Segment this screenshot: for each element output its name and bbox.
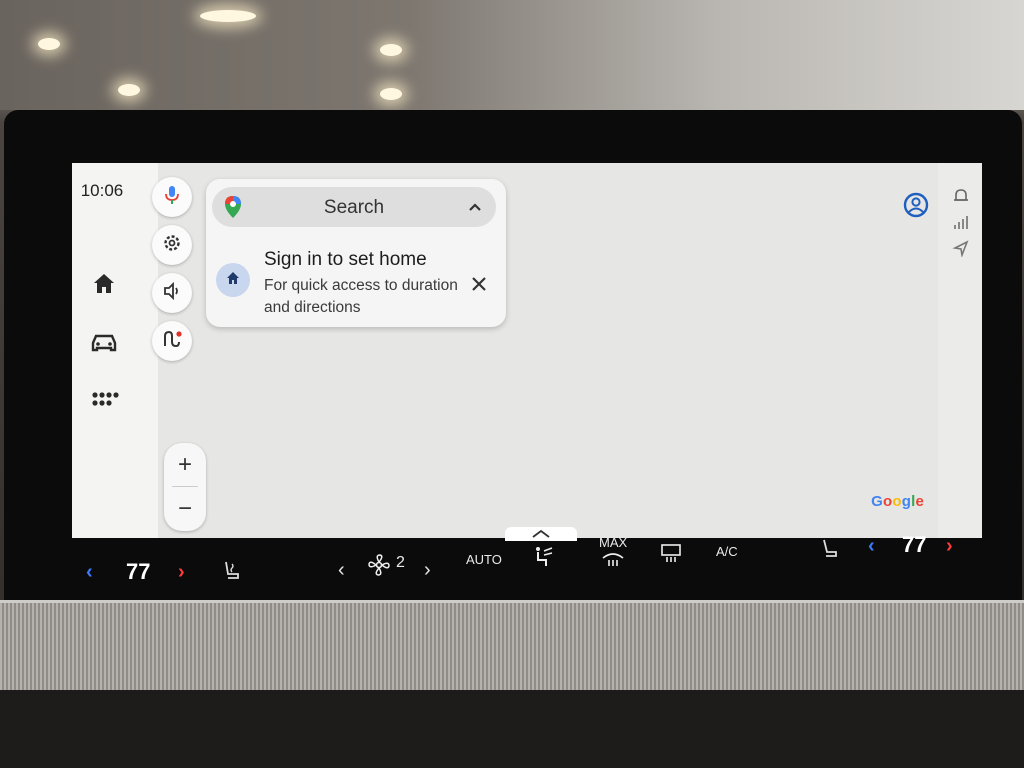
chevron-up-icon[interactable] [466,198,484,221]
route-button[interactable] [152,321,192,361]
fan-down-button[interactable]: ‹ [338,559,345,582]
google-logo-letter: o [892,493,902,510]
driver-temp-up-button[interactable]: › [178,561,185,584]
passenger-temp: 77 [902,532,927,557]
signal-icon [952,213,970,231]
ac-button[interactable]: A/C [716,544,738,559]
ceiling-light [380,44,402,56]
ceiling-light [118,84,140,96]
max-defrost-icon[interactable] [600,548,626,574]
navigation-arrow-icon [952,239,970,259]
car-icon[interactable] [88,325,120,357]
set-home-chip[interactable] [216,263,250,297]
ceiling-light [380,88,402,100]
infotainment-screen: 10:06 Search Sign in to set home For qui… [72,163,982,538]
google-logo-letter: g [901,493,912,510]
driver-temp: 77 [126,559,151,584]
heated-seat-icon[interactable] [220,558,246,584]
zoom-control: + − [164,443,206,531]
dashboard-trim [0,600,1024,693]
route-icon [161,328,183,355]
left-nav-rail: 10:06 [72,163,158,538]
passenger-temp-down-button[interactable]: ‹ [868,535,875,558]
signin-subtitle: For quick access to duration and directi… [264,277,458,316]
google-logo-letter: o [882,493,893,510]
zoom-out-button[interactable]: − [164,487,206,531]
passenger-temp-up-button[interactable]: › [946,535,953,558]
gear-icon [162,233,182,258]
google-logo-letter: G [871,493,883,510]
microphone-icon [161,184,183,211]
account-icon [902,192,930,223]
rear-defrost-icon[interactable] [658,540,684,566]
zoom-in-button[interactable]: + [164,443,206,487]
fan-icon [366,552,392,578]
close-button[interactable] [468,273,490,295]
notification-bell-icon[interactable] [952,187,970,205]
airflow-mode-icon[interactable] [530,544,556,570]
search-card: Search Sign in to set home For quick acc… [206,179,506,327]
climate-bar: ‹ 77 › ‹ 2 › AUTO MAX A/C ‹ 77 › [72,532,982,600]
dashboard-lower [0,690,1024,768]
ceiling-light [38,38,60,50]
signin-title: Sign in to set home [264,249,427,270]
driver-temp-down-button[interactable]: ‹ [86,561,93,584]
fan-up-button[interactable]: › [424,559,431,582]
google-logo-letter: e [915,493,924,510]
app-grid-icon[interactable] [88,383,120,415]
google-logo: Google [871,493,924,510]
voice-search-button[interactable] [152,177,192,217]
ceiling-light [200,10,256,22]
search-label: Search [323,197,385,218]
right-status-rail [938,163,982,538]
profile-button[interactable] [902,191,930,224]
home-icon [225,270,241,291]
ceiling-background [0,0,1024,110]
auto-button[interactable]: AUTO [466,552,502,567]
sound-button[interactable] [152,273,192,313]
home-icon[interactable] [88,267,120,299]
settings-button[interactable] [152,225,192,265]
speaker-icon [162,281,182,306]
passenger-seat-icon[interactable] [818,536,844,562]
close-icon [468,277,490,299]
climate-drawer-handle[interactable] [505,527,577,541]
fan-speed: 2 [396,554,405,571]
status-clock: 10:06 [80,181,124,200]
search-bar[interactable]: Search [212,187,496,227]
